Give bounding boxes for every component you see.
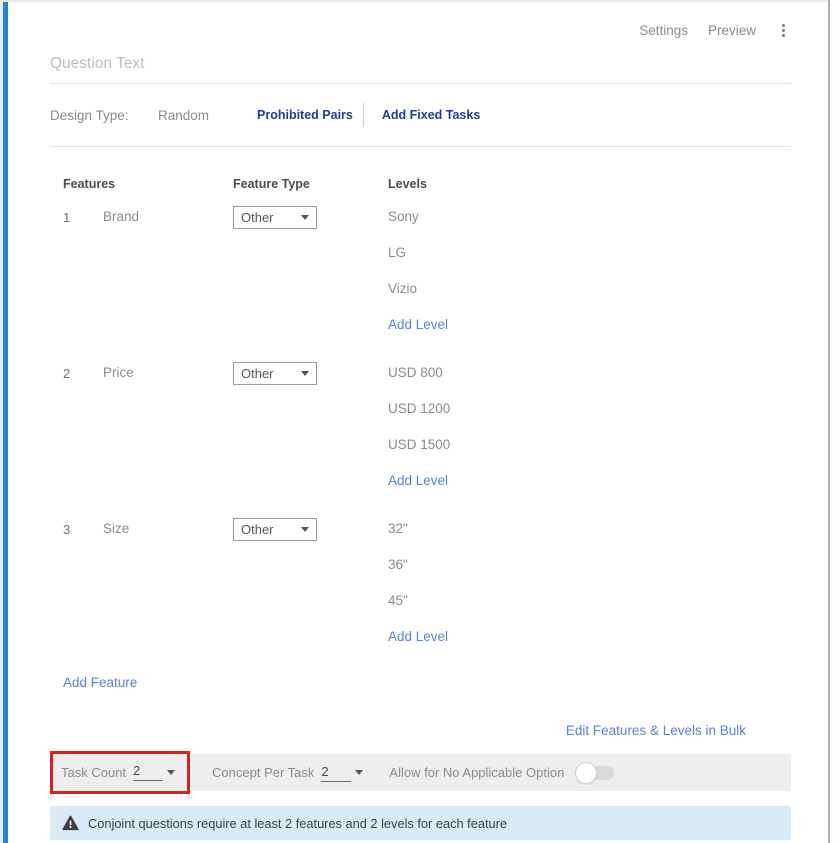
task-count-dropdown[interactable]: Task Count 2 <box>61 763 175 781</box>
feature-index: 1 <box>63 206 103 225</box>
add-level-link[interactable]: Add Level <box>388 473 448 488</box>
warning-icon <box>62 815 79 831</box>
preview-button[interactable]: Preview <box>708 23 756 38</box>
design-type-value: Random <box>158 108 257 123</box>
settings-button[interactable]: Settings <box>639 23 688 38</box>
caret-down-icon <box>301 215 309 220</box>
task-count-value[interactable]: 2 <box>133 763 163 781</box>
add-level-link[interactable]: Add Level <box>388 629 448 644</box>
concept-per-task-dropdown[interactable]: Concept Per Task 2 <box>212 764 363 782</box>
features-table-header: Features Feature Type Levels <box>50 177 791 191</box>
allow-na-label: Allow for No Applicable Option <box>389 765 564 780</box>
level-item[interactable]: 36" <box>388 554 791 590</box>
level-item[interactable]: Sony <box>388 206 791 242</box>
add-fixed-tasks-link[interactable]: Add Fixed Tasks <box>382 108 480 122</box>
caret-down-icon <box>301 527 309 532</box>
highlight-box: Task Count 2 <box>50 751 190 794</box>
concept-per-task-label: Concept Per Task <box>212 765 314 780</box>
scrollbar-track[interactable] <box>828 0 830 843</box>
edit-features-levels-bulk-link[interactable]: Edit Features & Levels in Bulk <box>566 723 746 738</box>
task-settings-bar: Task Count 2 Concept Per Task 2 Allow fo… <box>50 754 791 791</box>
task-count-label: Task Count <box>61 765 126 780</box>
feature-name[interactable]: Brand <box>103 206 233 224</box>
divider <box>50 146 791 147</box>
feature-row-brand: 1 Brand Other Sony LG Vizio Add Level <box>50 206 791 350</box>
levels-cell: Sony LG Vizio Add Level <box>388 206 791 350</box>
concept-per-task-value[interactable]: 2 <box>321 764 351 782</box>
kebab-menu-icon[interactable] <box>776 22 791 39</box>
vertical-divider <box>363 103 364 127</box>
feature-row-price: 2 Price Other USD 800 USD 1200 USD 1500 … <box>50 362 791 506</box>
add-level-link[interactable]: Add Level <box>388 317 448 332</box>
design-type-row: Design Type: Random Prohibited Pairs Add… <box>50 84 791 146</box>
feature-name[interactable]: Price <box>103 362 233 380</box>
allow-na-toggle[interactable] <box>578 766 614 780</box>
prohibited-pairs-link[interactable]: Prohibited Pairs <box>257 108 353 122</box>
feature-type-selected-value: Other <box>241 522 274 537</box>
level-item[interactable]: Vizio <box>388 278 791 314</box>
design-type-label: Design Type: <box>50 108 158 123</box>
caret-down-icon <box>355 770 363 775</box>
feature-type-selected-value: Other <box>241 366 274 381</box>
conjoint-question-editor: Settings Preview Design Type: Random Pro… <box>8 2 828 843</box>
feature-type-select[interactable]: Other <box>233 362 317 385</box>
level-item[interactable]: LG <box>388 242 791 278</box>
question-header-actions: Settings Preview <box>50 22 791 39</box>
caret-down-icon <box>167 770 175 775</box>
levels-column-header: Levels <box>388 177 791 191</box>
bulk-edit-row: Edit Features & Levels in Bulk <box>50 722 791 740</box>
feature-index: 3 <box>63 518 103 537</box>
features-column-header: Features <box>63 177 233 191</box>
level-item[interactable]: USD 1500 <box>388 434 791 470</box>
level-item[interactable]: USD 800 <box>388 362 791 398</box>
validation-message: Conjoint questions require at least 2 fe… <box>88 816 507 831</box>
caret-down-icon <box>301 371 309 376</box>
feature-type-selected-value: Other <box>241 210 274 225</box>
feature-index: 2 <box>63 362 103 381</box>
toggle-knob <box>576 763 596 783</box>
level-item[interactable]: USD 1200 <box>388 398 791 434</box>
level-item[interactable]: 32" <box>388 518 791 554</box>
validation-banner: Conjoint questions require at least 2 fe… <box>50 806 791 840</box>
add-feature-link[interactable]: Add Feature <box>63 675 137 690</box>
feature-type-column-header: Feature Type <box>233 177 388 191</box>
feature-row-size: 3 Size Other 32" 36" 45" Add Level <box>50 518 791 662</box>
feature-type-select[interactable]: Other <box>233 518 317 541</box>
question-text-input[interactable] <box>50 55 791 73</box>
feature-type-select[interactable]: Other <box>233 206 317 229</box>
levels-cell: USD 800 USD 1200 USD 1500 Add Level <box>388 362 791 506</box>
level-item[interactable]: 45" <box>388 590 791 626</box>
levels-cell: 32" 36" 45" Add Level <box>388 518 791 662</box>
feature-name[interactable]: Size <box>103 518 233 536</box>
right-gutter <box>830 0 839 843</box>
